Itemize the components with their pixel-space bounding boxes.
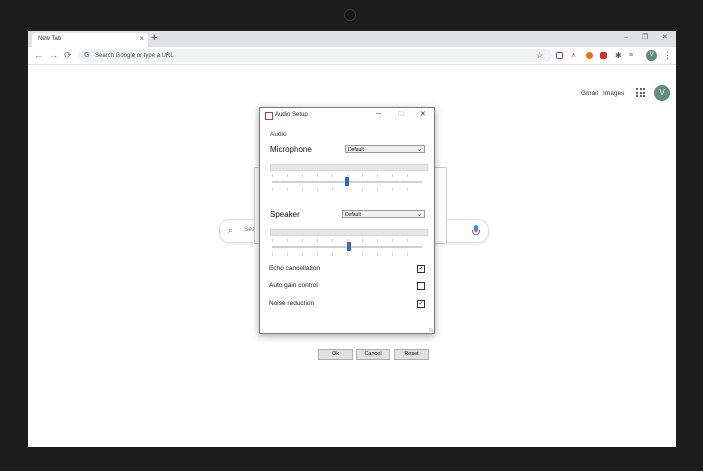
address-bar-placeholder: Search Google or type a URL bbox=[95, 53, 174, 59]
audio-section-label: Audio bbox=[270, 131, 287, 138]
speaker-device-select[interactable]: Default ⌄ bbox=[342, 210, 425, 218]
microphone-slider-ticks-lower bbox=[272, 188, 422, 191]
microphone-device-select[interactable]: Default ⌄ bbox=[345, 145, 425, 153]
camera bbox=[344, 9, 356, 21]
speaker-level-meter bbox=[270, 229, 428, 236]
noise-reduction-label: Noise reduction bbox=[269, 300, 315, 307]
extension-1-icon[interactable] bbox=[556, 52, 563, 59]
auto-gain-control-checkbox[interactable] bbox=[417, 282, 425, 290]
microphone-device-value: Default bbox=[348, 147, 364, 153]
speaker-label: Speaker bbox=[270, 210, 300, 219]
reading-list-icon[interactable]: ≡ bbox=[629, 52, 636, 59]
dialog-title: Audio Setup bbox=[275, 112, 308, 118]
chevron-down-icon: ⌄ bbox=[416, 147, 422, 153]
tab-new-tab[interactable]: New Tab × bbox=[32, 33, 148, 47]
tab-close-icon[interactable]: × bbox=[139, 34, 144, 44]
address-bar[interactable]: G Search Google or type a URL bbox=[78, 49, 552, 62]
microphone-icon[interactable] bbox=[472, 225, 480, 235]
extension-2-icon[interactable]: ⋏ bbox=[571, 52, 578, 59]
audio-setup-dialog: Audio Setup ─ ☐ ✕ Audio Microphone Defau… bbox=[259, 107, 435, 360]
extension-3-icon[interactable] bbox=[586, 52, 593, 59]
account-avatar[interactable]: V bbox=[654, 85, 670, 101]
echo-cancellation-checkbox[interactable]: ✓ bbox=[417, 265, 425, 273]
gmail-link[interactable]: Gmail bbox=[581, 90, 598, 97]
noise-reduction-checkbox[interactable]: ✓ bbox=[417, 300, 425, 308]
browser-menu-icon[interactable]: ⋮ bbox=[663, 50, 672, 60]
reload-icon[interactable]: ⟳ bbox=[64, 49, 72, 61]
close-window-button[interactable]: ✕ bbox=[662, 33, 668, 43]
reset-button[interactable]: Reset bbox=[394, 349, 429, 360]
cancel-button[interactable]: Cancel bbox=[356, 349, 390, 360]
microphone-level-meter bbox=[270, 164, 428, 171]
speaker-device-value: Default bbox=[345, 212, 361, 218]
tab-title: New Tab bbox=[38, 36, 62, 42]
google-g-icon: G bbox=[84, 52, 90, 59]
microphone-label: Microphone bbox=[270, 145, 312, 154]
back-icon[interactable]: ← bbox=[34, 49, 43, 61]
browser-toolbar: ← → ⟳ G Search Google or type a URL ☆ ⋏ … bbox=[28, 47, 676, 65]
minimize-window-button[interactable]: – bbox=[624, 33, 628, 43]
auto-gain-control-label: Auto gain control bbox=[269, 282, 318, 289]
speaker-slider-thumb[interactable] bbox=[346, 242, 351, 251]
dialog-maximize-button: ☐ bbox=[398, 111, 405, 118]
forward-icon[interactable]: → bbox=[49, 49, 58, 61]
ok-button[interactable]: Ok bbox=[318, 349, 353, 360]
new-tab-button[interactable]: + bbox=[151, 32, 157, 44]
speaker-slider-ticks-lower bbox=[272, 253, 422, 256]
microphone-slider-thumb[interactable] bbox=[345, 177, 349, 186]
profile-icon[interactable]: V bbox=[646, 50, 657, 61]
dialog-minimize-button[interactable]: ─ bbox=[376, 109, 381, 120]
resize-grip[interactable] bbox=[429, 328, 433, 332]
dialog-close-button[interactable]: ✕ bbox=[420, 109, 426, 120]
echo-cancellation-label: Echo cancellation bbox=[269, 265, 320, 272]
tab-strip: New Tab × + – ❐ ✕ bbox=[28, 31, 676, 47]
bookmark-star-icon[interactable]: ☆ bbox=[536, 51, 543, 60]
screen: New Tab × + – ❐ ✕ ← → ⟳ G Search Google … bbox=[28, 31, 676, 447]
extension-4-icon[interactable] bbox=[600, 52, 607, 59]
extensions-puzzle-icon[interactable]: ✱ bbox=[615, 52, 622, 60]
chevron-down-icon: ⌄ bbox=[416, 212, 422, 218]
images-link[interactable]: Images bbox=[603, 90, 624, 97]
restore-window-button[interactable]: ❐ bbox=[642, 33, 648, 43]
search-icon: ⌕ bbox=[228, 225, 234, 235]
app-icon bbox=[265, 112, 273, 120]
apps-grid-icon[interactable] bbox=[636, 88, 645, 97]
